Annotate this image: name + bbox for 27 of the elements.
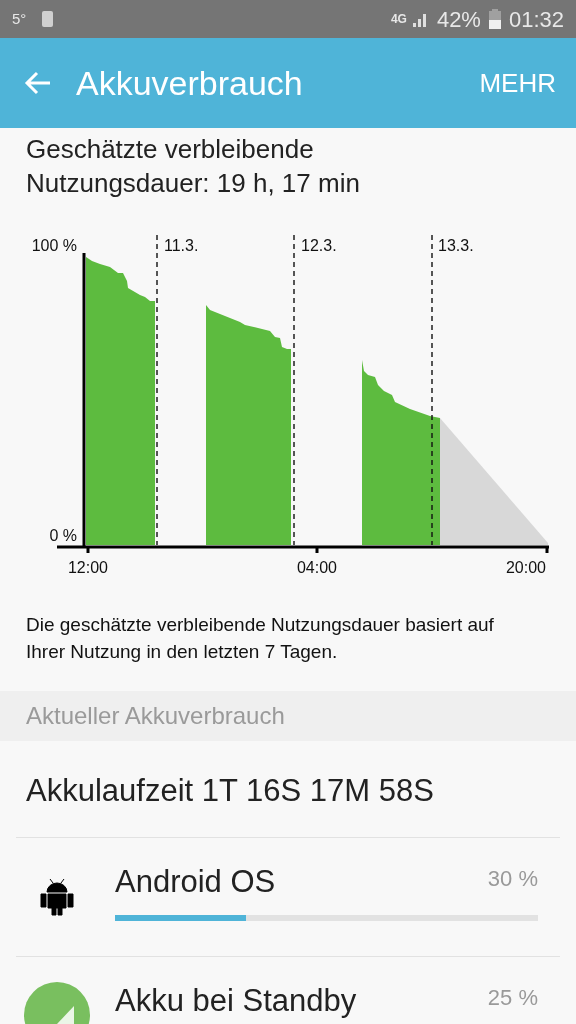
usage-note: Die geschätzte verbleibende Nutzungsdauer basiert auf Ihrer Nutzung in den letzten 7 Tagen. (25, 613, 495, 664)
app-usage-row[interactable]: Akku bei Standby 25 % (0, 956, 576, 1024)
app-name: Android OS (115, 862, 276, 901)
axis-label: 0 % (49, 527, 77, 544)
axis-label: 100 % (31, 237, 77, 254)
date-label: 13.3. (438, 237, 474, 254)
battery-runtime-text: Akkulaufzeit 1T 16S 17M 58S (25, 772, 435, 810)
network-type-text: 4G (390, 11, 407, 28)
axis-label: 04:00 (297, 559, 337, 576)
battery-percent: 42% (436, 5, 481, 34)
remaining-time-text: Geschätzte verbleibende Nutzungsdauer: 19 h, 17 min (25, 133, 361, 200)
section-header: Aktueller Akkuverbrauch (26, 701, 285, 731)
usage-percent: 30 % (487, 864, 538, 893)
temperature-text: 5° (12, 8, 27, 29)
android-robot-icon (39, 876, 75, 917)
date-label: 11.3. (164, 237, 199, 254)
battery-icon (488, 9, 501, 29)
app-name: Akku bei Standby (115, 981, 357, 1020)
axis-label: 20:00 (506, 559, 546, 576)
app-usage-row[interactable]: Android OS 30 % (0, 837, 576, 956)
usage-percent: 25 % (487, 983, 538, 1012)
screen-title: Akkuverbrauch (76, 62, 304, 104)
back-arrow-icon (24, 71, 52, 95)
date-label: 12.3. (301, 237, 337, 254)
signal-icon (410, 11, 429, 27)
axis-label: 12:00 (68, 559, 108, 576)
clock-text: 01:32 (508, 5, 564, 34)
